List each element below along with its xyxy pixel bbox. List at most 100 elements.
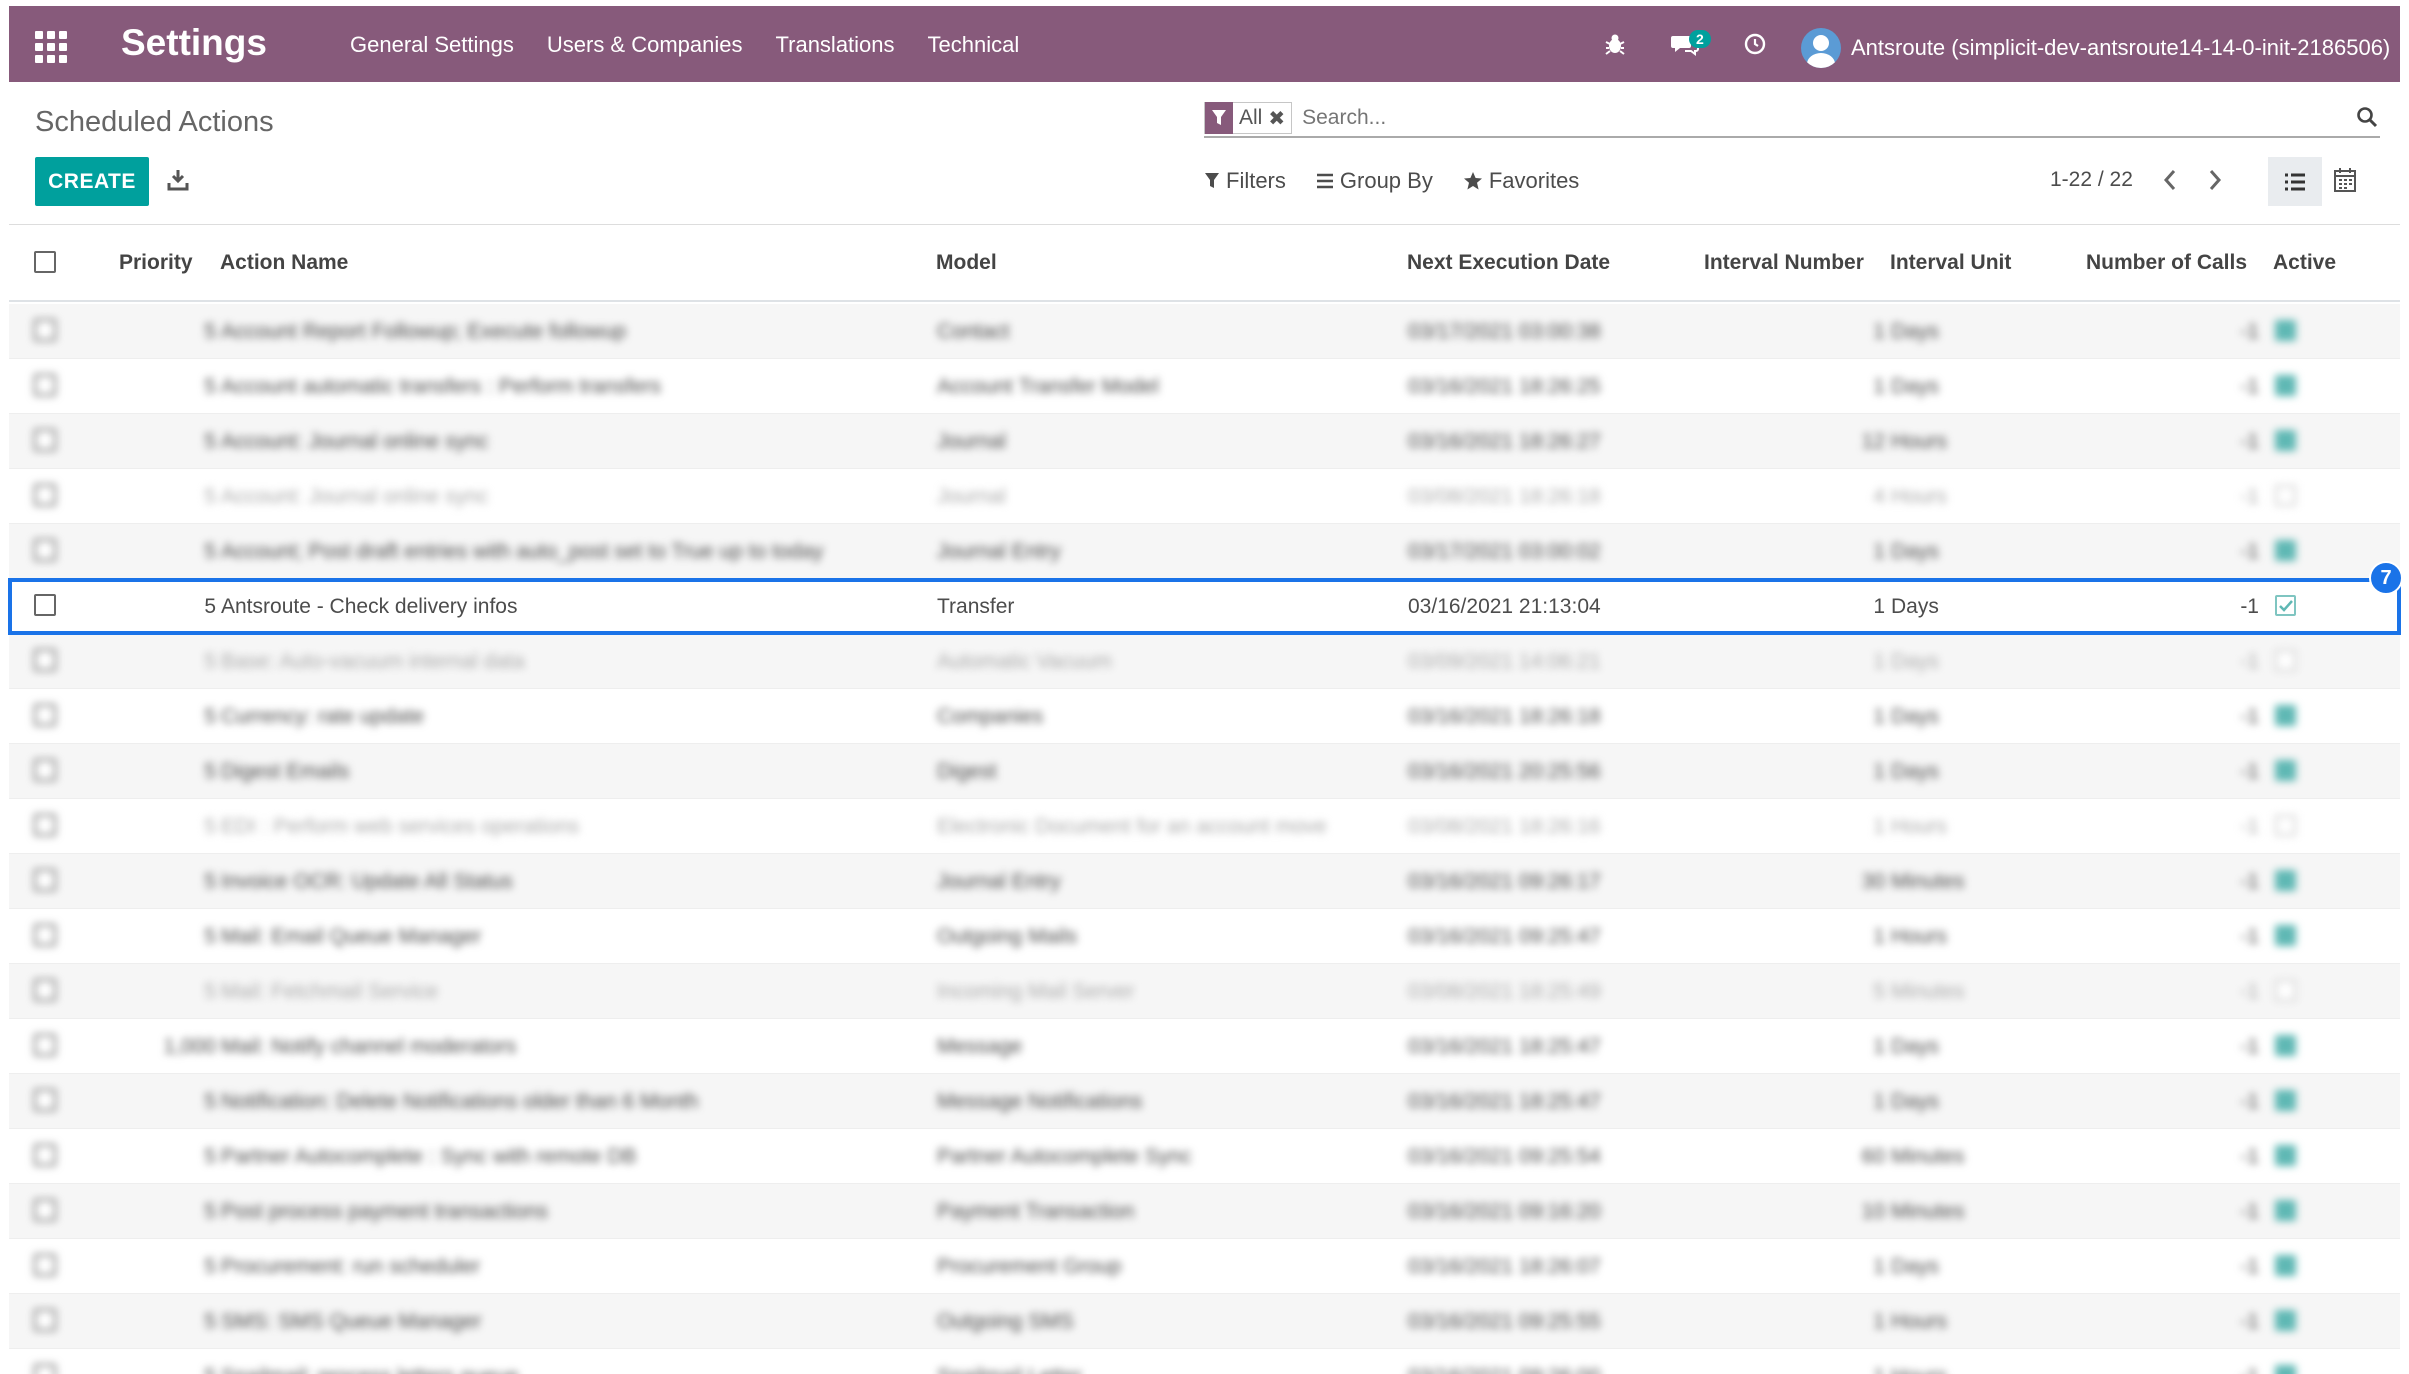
cell-interval-number: 1 [1873,1365,1885,1374]
row-checkbox[interactable] [34,319,56,341]
table-row[interactable]: 5 Mail: Email Queue Manager Outgoing Mails… [9,909,2400,964]
col-action-name[interactable]: Action Name [220,251,348,275]
menu-general-settings[interactable]: General Settings [350,32,514,58]
cell-interval-number: 1 [1873,1035,1885,1058]
row-checkbox[interactable] [34,1309,56,1331]
table-row[interactable]: 5 Invoice OCR: Update All Status Journal E… [9,854,2400,909]
debug-bug-icon[interactable] [1599,24,1631,64]
row-checkbox[interactable] [34,979,56,1001]
active-checkbox [2275,760,2296,781]
table-row[interactable]: 5 Digest Emails Digest 03/16/2021 20:25:56 1… [9,744,2400,799]
cell-interval-number: 1 [1873,815,1885,838]
row-checkbox[interactable] [34,1144,56,1166]
cell-interval-unit: Hours [1891,485,1948,508]
table-row[interactable]: 5 Notification: Delete Notifications olde… [9,1074,2400,1129]
col-interval-unit[interactable]: Interval Unit [1890,251,2011,275]
pager-previous-chevron-left-icon[interactable] [2160,168,2180,197]
col-number-of-calls[interactable]: Number of Calls [2086,251,2247,275]
cell-interval-number: 1 [1873,925,1885,948]
row-checkbox[interactable] [34,539,56,561]
cell-model: Journal Entry [937,540,1061,563]
table-row[interactable]: 5 Account: Journal online sync Journal 03/0… [9,469,2400,524]
active-checkbox [2275,705,2296,726]
search-facet[interactable]: All ✖ [1204,102,1293,134]
col-active[interactable]: Active [2273,251,2336,275]
col-interval-number[interactable]: Interval Number [1704,251,1864,275]
search-options: Filters Group By Favorites [1204,168,1579,194]
filters-label: Filters [1226,168,1286,193]
favorites-toggle[interactable]: Favorites [1463,168,1579,194]
row-checkbox[interactable] [34,484,56,506]
row-checkbox[interactable] [34,704,56,726]
col-priority[interactable]: Priority [119,251,193,275]
cell-next-execution-date: 03/16/2021 09:16:20 [1408,1200,1601,1223]
app-brand[interactable]: Settings [121,22,267,64]
download-icon[interactable] [166,168,192,194]
table-row[interactable]: 5 Antsroute - Check delivery infos Transfe… [8,578,2401,635]
col-next-execution-date[interactable]: Next Execution Date [1407,251,1610,275]
row-checkbox[interactable] [34,1254,56,1276]
row-checkbox[interactable] [34,814,56,836]
table-row[interactable]: 5 Snailmail: process letters queue Snailma… [9,1349,2400,1374]
table-row[interactable]: 5 Account; Post draft entries with auto_p… [9,524,2400,579]
table-row[interactable]: 5 Mail: Fetchmail Service Incoming Mail Se… [9,964,2400,1019]
cell-next-execution-date: 03/17/2021 03:00:38 [1408,320,1601,343]
col-model[interactable]: Model [936,251,997,275]
cell-action-name: Post process payment transactions [221,1200,548,1223]
row-checkbox[interactable] [34,1199,56,1221]
user-menu[interactable]: Antsroute (simplicit-dev-antsroute14-14-… [1801,28,2390,68]
row-checkbox[interactable] [34,924,56,946]
table-row[interactable]: 5 EDI : Perform web services operations El… [9,799,2400,854]
cell-priority: 5 [204,485,216,508]
row-checkbox[interactable] [34,429,56,451]
table-row[interactable]: 5 Partner Autocomplete : Sync with remote… [9,1129,2400,1184]
active-checkbox [2275,925,2296,946]
row-checkbox[interactable] [34,374,56,396]
search-icon[interactable] [2356,106,2378,133]
cell-action-name: Account Report Followup; Execute followu… [221,320,627,343]
create-button[interactable]: CREATE [35,157,149,206]
search-input[interactable] [1292,106,2253,130]
cell-number-of-calls: -1 [2240,870,2259,893]
list-view-button[interactable] [2268,157,2322,206]
facet-remove-icon[interactable]: ✖ [1268,106,1291,131]
table-row[interactable]: 5 Account automatic transfers : Perform t… [9,359,2400,414]
pager-next-chevron-right-icon[interactable] [2205,168,2225,197]
table-row[interactable]: 5 Post process payment transactions Paymen… [9,1184,2400,1239]
activity-clock-icon[interactable] [1739,24,1771,64]
table-row[interactable]: 5 Currency: rate update Companies 03/16/202… [9,689,2400,744]
table-row[interactable]: 5 Procurement: run scheduler Procurement G… [9,1239,2400,1294]
menu-users-companies[interactable]: Users & Companies [547,32,743,58]
row-checkbox[interactable] [34,594,56,616]
table-row[interactable]: 5 Account Report Followup; Execute follow… [9,304,2400,359]
table-row[interactable]: 5 SMS: SMS Queue Manager Outgoing SMS 03/16… [9,1294,2400,1349]
row-checkbox[interactable] [34,1089,56,1111]
cell-action-name: Invoice OCR: Update All Status [221,870,513,893]
table-row[interactable]: 5 Base: Auto-vacuum internal data Automati… [9,634,2400,689]
row-checkbox[interactable] [34,869,56,891]
cell-priority: 5 [204,1310,216,1333]
groupby-toggle[interactable]: Group By [1316,168,1433,194]
row-checkbox[interactable] [34,1364,56,1374]
table-row[interactable]: 1,000 Mail: Notify channel moderators Mess… [9,1019,2400,1074]
calendar-view-icon[interactable] [2333,167,2357,198]
pager-value[interactable]: 1-22 / 22 [2050,168,2133,192]
menu-translations[interactable]: Translations [776,32,895,58]
select-all-checkbox[interactable] [34,251,56,273]
filters-toggle[interactable]: Filters [1204,168,1286,194]
cell-next-execution-date: 03/16/2021 09:25:55 [1408,1310,1601,1333]
row-checkbox[interactable] [34,759,56,781]
row-checkbox[interactable] [34,1034,56,1056]
apps-menu-icon[interactable] [35,31,67,63]
cell-number-of-calls: -1 [2240,1145,2259,1168]
messages-chat-icon[interactable]: 2 [1669,24,1711,64]
top-navbar: Settings General Settings Users & Compan… [9,6,2400,82]
table-row[interactable]: 5 Account: Journal online sync Journal 03/1… [9,414,2400,469]
search-bar: All ✖ [1204,100,2380,138]
cell-action-name: Mail: Fetchmail Service [221,980,439,1003]
row-checkbox[interactable] [34,649,56,671]
cell-priority: 5 [204,1200,216,1223]
cell-number-of-calls: -1 [2240,430,2259,453]
cell-next-execution-date: 03/16/2021 18:26:27 [1408,430,1601,453]
menu-technical[interactable]: Technical [928,32,1020,58]
